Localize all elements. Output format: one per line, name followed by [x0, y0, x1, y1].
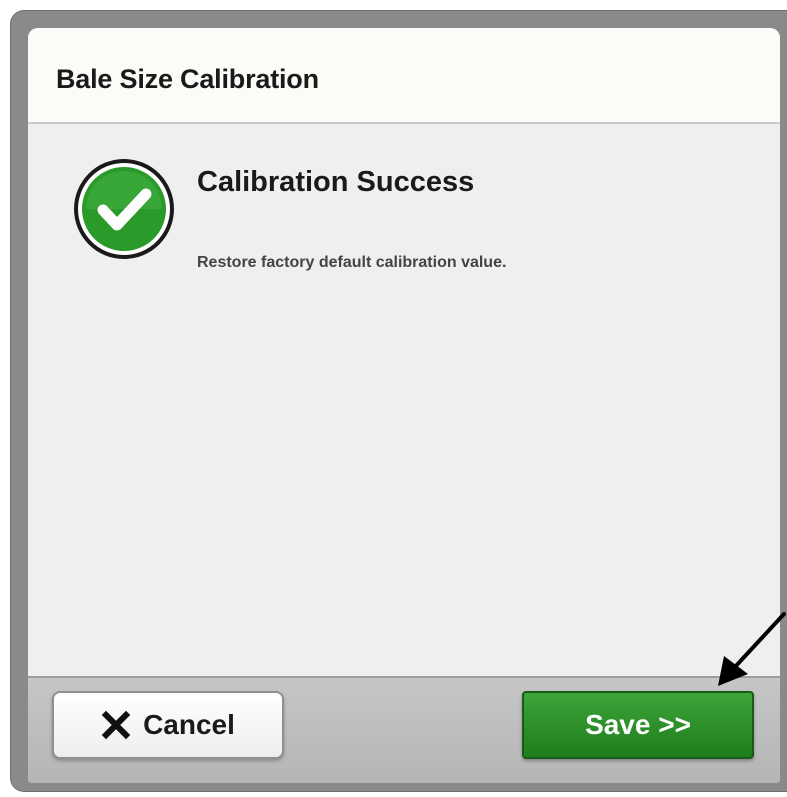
pointer-arrow-icon	[718, 612, 786, 686]
message-body: Restore factory default calibration valu…	[197, 254, 507, 271]
cancel-button[interactable]: Cancel	[52, 691, 284, 759]
save-label: Save >>	[585, 709, 691, 740]
dialog-content: Calibration Success Restore factory defa…	[28, 124, 780, 676]
cancel-label: Cancel	[143, 709, 235, 740]
dialog-footer: Cancel Save >>	[28, 676, 780, 783]
calibration-dialog: Bale Size Calibration Calibration Succes…	[28, 28, 780, 783]
save-button[interactable]: Save >>	[522, 691, 754, 759]
dialog-title: Bale Size Calibration	[56, 64, 319, 94]
close-x-icon	[101, 710, 131, 740]
message-title: Calibration Success	[197, 166, 475, 198]
dialog-header: Bale Size Calibration	[28, 28, 780, 124]
check-circle-icon	[74, 159, 174, 259]
